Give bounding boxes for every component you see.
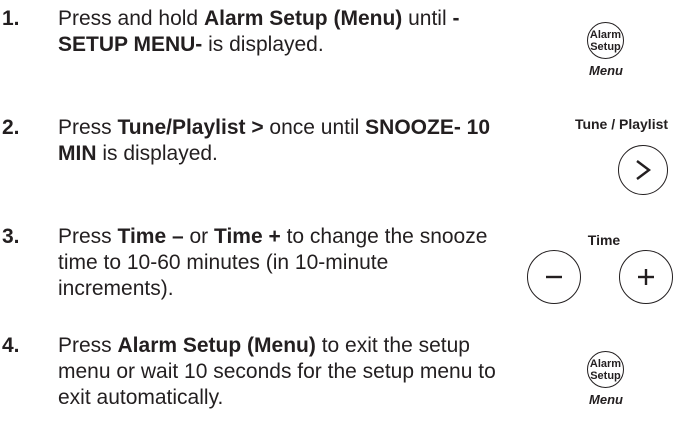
step-run: Press: [58, 225, 118, 248]
tune-next-button[interactable]: [618, 145, 668, 195]
step-number: 3.: [2, 225, 20, 248]
alarm-setup-control-2: Alarm Setup Menu: [576, 351, 636, 421]
time-control: Time: [527, 232, 673, 304]
step-run: Press: [58, 116, 118, 139]
step-text: Press Alarm Setup (Menu) to exit the set…: [58, 333, 498, 411]
alarm-setup-button[interactable]: Alarm Setup: [587, 351, 624, 388]
alarm-setup-control-1: Alarm Setup Menu: [576, 22, 636, 92]
step-emphasis: Alarm Setup (Menu): [117, 334, 316, 357]
tune-playlist-caption: Tune / Playlist: [574, 116, 669, 132]
chevron-right-icon: [636, 160, 651, 180]
step-run: is displayed.: [96, 142, 218, 165]
time-minus-button[interactable]: [527, 250, 581, 304]
time-plus-button[interactable]: [619, 250, 673, 304]
step-run: Press: [58, 334, 118, 357]
step-run: or: [183, 225, 215, 248]
minus-icon: [546, 275, 562, 279]
step-number: 4.: [2, 334, 20, 357]
step-emphasis: Time –: [117, 225, 184, 248]
step-number: 2.: [2, 116, 20, 139]
step-number: 1.: [2, 7, 20, 30]
alarm-setup-label-line1: Alarm: [589, 357, 622, 370]
step-run: until: [402, 7, 453, 30]
step-emphasis: Time +: [214, 225, 281, 248]
time-caption: Time: [587, 232, 621, 248]
step-run: once until: [263, 116, 366, 139]
step-text: Press Tune/Playlist > once until SNOOZE-…: [58, 115, 498, 167]
menu-caption: Menu: [589, 392, 623, 407]
step-run: is displayed.: [202, 33, 324, 56]
plus-icon: [638, 269, 654, 285]
step-emphasis: Tune/Playlist >: [117, 116, 264, 139]
alarm-setup-button[interactable]: Alarm Setup: [587, 22, 624, 59]
step-text: Press Time – or Time + to change the sno…: [58, 224, 498, 302]
step-text: Press and hold Alarm Setup (Menu) until …: [58, 6, 498, 58]
menu-caption: Menu: [589, 63, 623, 78]
tune-playlist-control: Tune / Playlist: [572, 116, 673, 198]
step-emphasis: Alarm Setup (Menu): [203, 7, 403, 30]
step-run: Press and hold: [58, 7, 204, 30]
alarm-setup-label-line1: Alarm: [589, 28, 622, 41]
alarm-setup-label-line2: Setup: [590, 369, 621, 382]
alarm-setup-label-line2: Setup: [590, 40, 621, 53]
